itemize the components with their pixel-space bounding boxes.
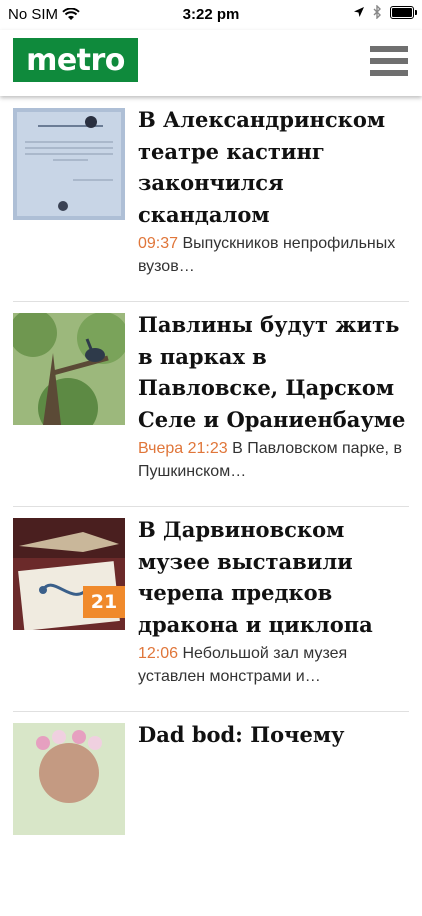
article-thumbnail: [13, 723, 125, 835]
article-title[interactable]: В Дарвиновском музее выставили черепа пр…: [138, 514, 410, 640]
location-arrow-icon: [354, 7, 364, 17]
article-meta: 12:06 Небольшой зал музея уставлен монст…: [138, 642, 410, 688]
article-item[interactable]: Dad bod: Почему: [0, 711, 422, 916]
article-title[interactable]: В Александринском театре кастинг закончи…: [138, 104, 410, 230]
menu-button[interactable]: [370, 46, 408, 76]
status-bar: No SIM 3:22 pm: [0, 0, 422, 30]
article-time: 12:06: [138, 645, 179, 662]
article-item[interactable]: 21 В Дарвиновском музее выставили черепа…: [0, 506, 422, 711]
article-thumbnail: [13, 108, 125, 220]
hamburger-menu-icon-bar: [370, 46, 408, 52]
article-meta: Вчера 21:23 В Павловском парке, в Пушкин…: [138, 437, 410, 483]
article-time: 09:37: [138, 235, 179, 252]
article-title[interactable]: Dad bod: Почему: [138, 719, 410, 751]
notice-paper-image: [13, 108, 125, 220]
article-title[interactable]: Павлины будут жить в парках в Павловске,…: [138, 309, 410, 435]
bluetooth-icon: [373, 5, 381, 19]
battery-icon: [390, 5, 417, 19]
article-item[interactable]: В Александринском театре кастинг закончи…: [0, 96, 422, 301]
logo-text: metro: [26, 42, 125, 78]
app-header: metro: [0, 30, 422, 96]
hamburger-menu-icon-bar: [370, 70, 408, 76]
article-item[interactable]: Павлины будут жить в парках в Павловске,…: [0, 301, 422, 506]
metro-logo[interactable]: metro: [13, 38, 138, 82]
article-thumbnail: [13, 313, 125, 425]
status-right: [353, 5, 417, 19]
peacock-tree-image: [13, 313, 125, 425]
comment-count-badge: 21: [83, 586, 125, 618]
hamburger-menu-icon-bar: [370, 58, 408, 64]
article-thumbnail: 21: [13, 518, 125, 630]
article-time: Вчера 21:23: [138, 440, 228, 457]
woman-flower-crown-image: [13, 723, 125, 835]
article-meta: 09:37 Выпускников непрофильных вузов…: [138, 232, 410, 278]
